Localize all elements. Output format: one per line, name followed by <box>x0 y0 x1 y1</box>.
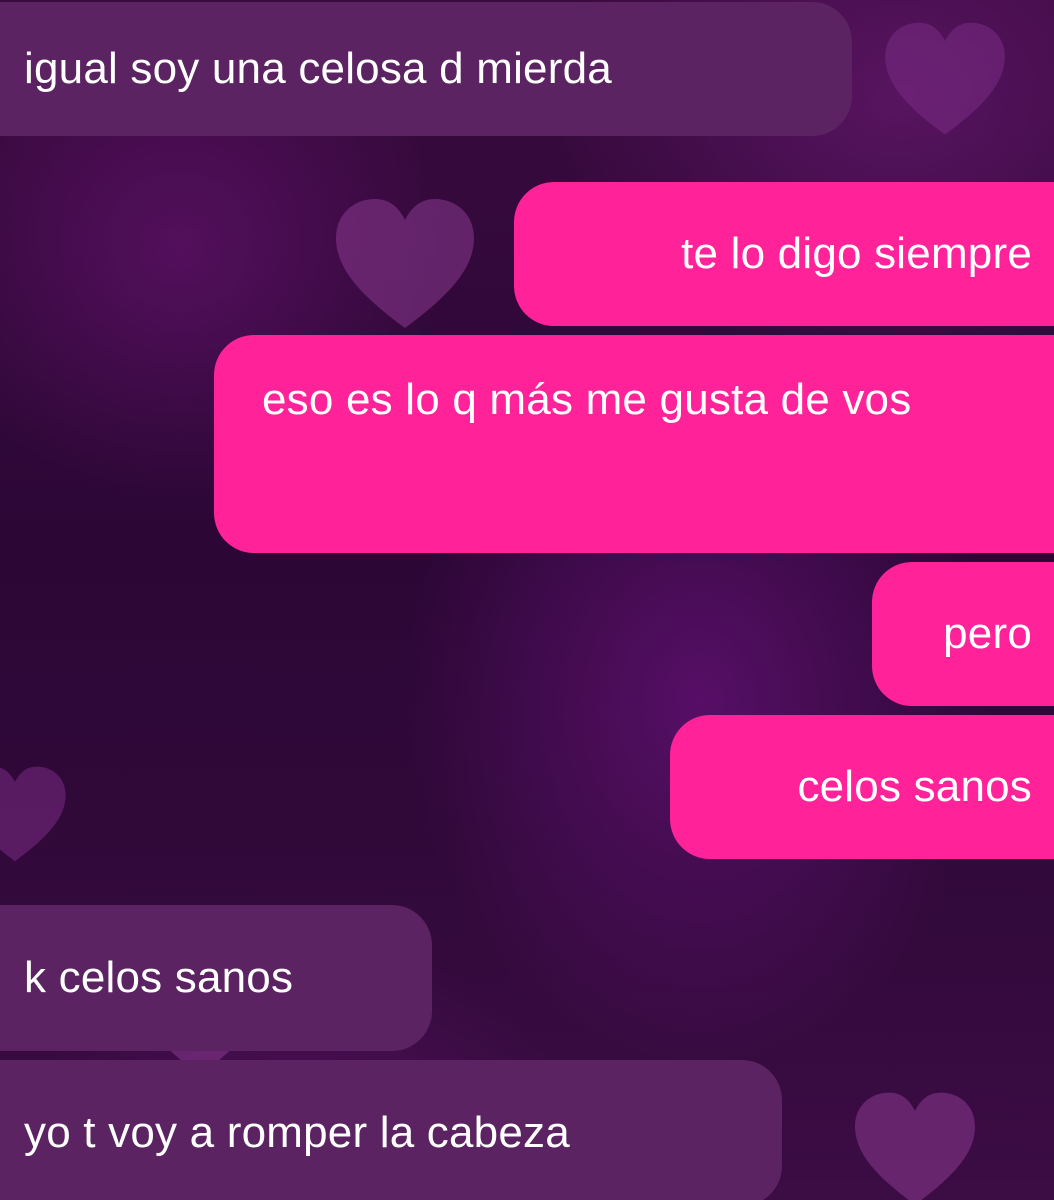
heart-icon <box>0 760 70 870</box>
message-text: pero <box>943 609 1032 658</box>
message-bubble-received[interactable]: k celos sanos <box>0 905 432 1051</box>
message-text: igual soy una celosa d mierda <box>24 44 612 93</box>
heart-icon <box>880 20 1010 140</box>
message-text: te lo digo siempre <box>681 229 1032 278</box>
message-bubble-sent[interactable]: te lo digo siempre <box>514 182 1054 326</box>
message-text: celos sanos <box>797 762 1032 811</box>
message-bubble-received[interactable]: igual soy una celosa d mierda <box>0 2 852 136</box>
chat-window: igual soy una celosa d mierda te lo digo… <box>0 0 1054 1200</box>
message-text: eso es lo q más me gusta de vos <box>262 375 912 424</box>
message-bubble-sent[interactable]: celos sanos <box>670 715 1054 859</box>
message-text: yo t voy a romper la cabeza <box>24 1108 570 1157</box>
message-bubble-sent[interactable]: eso es lo q más me gusta de vos <box>214 335 1054 553</box>
heart-icon <box>840 1090 990 1200</box>
message-bubble-sent[interactable]: pero <box>872 562 1054 706</box>
message-text: k celos sanos <box>24 953 294 1002</box>
heart-icon <box>330 195 480 335</box>
message-bubble-received[interactable]: yo t voy a romper la cabeza <box>0 1060 782 1200</box>
